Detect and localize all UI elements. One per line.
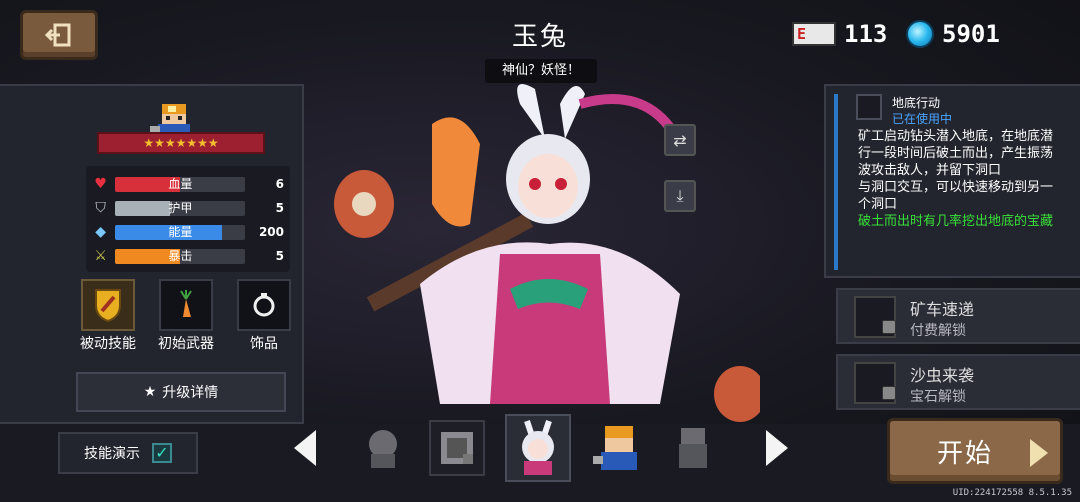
starting-weapon-slot[interactable]: 初始武器 — [154, 279, 218, 353]
passive-skill-icon — [81, 279, 135, 331]
skin-thumb-5[interactable] — [665, 420, 721, 476]
skin-card-sandworm[interactable]: 沙虫来袭 宝石解锁 — [836, 354, 1080, 410]
hp-value: 6 — [275, 177, 284, 191]
shield-icon: ⛉ — [95, 200, 106, 216]
stat-row-energy: ◆ 能量 200 — [92, 220, 284, 244]
stats-box: ♥ 血量 6 ⛉ 护甲 5 ◆ 能量 200 ⚔ 暴击 5 — [86, 166, 290, 272]
skin-card-minecart[interactable]: 矿车速递 付费解锁 — [836, 288, 1080, 344]
ticket-count: 113 — [844, 20, 888, 48]
gem-icon — [906, 20, 934, 48]
rarity-stars: ★★★★★★★ — [97, 132, 265, 154]
swap-icon: ⇄ — [673, 130, 687, 150]
passive-skill-slot[interactable]: 被动技能 — [76, 279, 140, 353]
skill-name: 地底行动 — [892, 96, 941, 110]
skin-thumb-miner[interactable] — [591, 420, 647, 476]
stat-row-hp: ♥ 血量 6 — [92, 172, 284, 196]
skill-status: 已在使用中 — [892, 112, 953, 126]
skill-extra-effect: 破土而出时有几率挖出地底的宝藏 — [858, 214, 1054, 229]
crit-bar: 暴击 — [115, 248, 246, 264]
download-icon: ⤓ — [676, 186, 684, 205]
skin-selector — [355, 412, 725, 482]
ticket-icon: E — [792, 22, 836, 46]
upgrade-details-button[interactable]: ★ 升级详情 — [76, 372, 286, 412]
skin-thumb-1[interactable] — [355, 420, 411, 476]
skin-thumb-2[interactable] — [429, 420, 485, 476]
crit-value: 5 — [275, 249, 284, 263]
skill-demo-toggle[interactable]: 技能演示 ✓ — [58, 432, 198, 474]
stat-row-crit: ⚔ 暴击 5 — [92, 244, 284, 268]
crit-icon: ⚔ — [94, 248, 107, 264]
start-button[interactable]: 开始 — [887, 418, 1063, 484]
energy-bar: 能量 — [115, 224, 246, 240]
star-icon: ★ — [143, 384, 157, 400]
lock-icon — [882, 320, 896, 334]
equipment-slots: 被动技能 初始武器 饰品 — [76, 279, 296, 353]
armor-bar: 护甲 — [115, 200, 246, 216]
skill-panel: 地底行动 已在使用中 矿工启动钻头潜入地底，在地底潜行一段时间后破土而出，产生振… — [824, 84, 1080, 278]
gem-counter: 5901 — [906, 20, 1000, 48]
play-icon — [1030, 439, 1048, 467]
skin-thumb-selected[interactable] — [505, 414, 571, 482]
skill-accent-bar — [834, 94, 838, 270]
uid-text: UID:224172558 8.5.1.35 — [952, 488, 1072, 498]
swap-button[interactable]: ⇄ — [664, 124, 696, 156]
ring-icon — [237, 279, 291, 331]
gem-count: 5901 — [942, 20, 1000, 48]
carrot-weapon-icon — [159, 279, 213, 331]
character-info-panel: ★★★★★★★ ♥ 血量 6 ⛉ 护甲 5 ◆ 能量 200 ⚔ 暴击 5 被动… — [0, 84, 304, 424]
previous-arrow-icon[interactable] — [290, 428, 320, 468]
energy-value: 200 — [258, 225, 284, 239]
heart-icon: ♥ — [94, 176, 107, 192]
energy-icon: ◆ — [95, 224, 106, 240]
check-icon[interactable]: ✓ — [152, 443, 172, 463]
lock-icon — [882, 386, 896, 400]
character-subtitle: 神仙？妖怪！ — [485, 59, 597, 83]
next-arrow-icon[interactable] — [762, 428, 792, 468]
ticket-counter: E 113 — [792, 20, 887, 48]
download-button[interactable]: ⤓ — [664, 180, 696, 212]
drill-skill-icon — [856, 94, 882, 120]
accessory-slot[interactable]: 饰品 — [232, 279, 296, 353]
hp-bar: 血量 — [115, 176, 246, 192]
stat-row-armor: ⛉ 护甲 5 — [92, 196, 284, 220]
armor-value: 5 — [275, 201, 284, 215]
miner-avatar-icon — [150, 104, 190, 134]
skill-description: 矿工启动钻头潜入地底，在地底潜行一段时间后破土而出，产生振荡波攻击敌人，并留下洞… — [858, 129, 1054, 229]
